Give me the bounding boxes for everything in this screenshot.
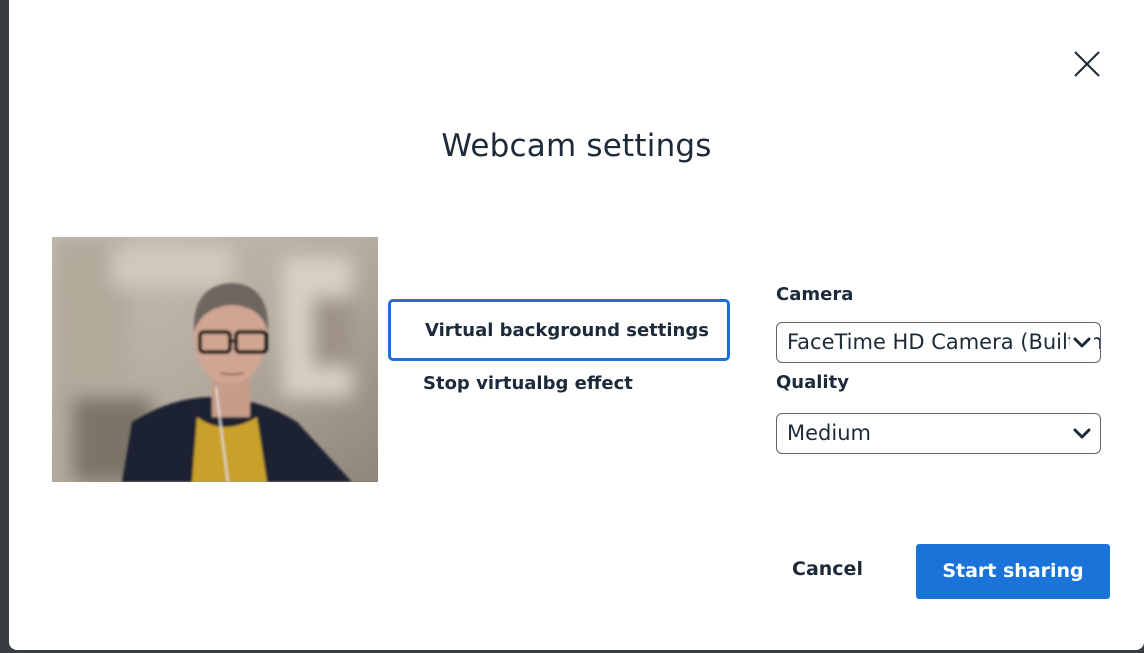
webcam-settings-dialog: Webcam settings Virtual background setti…: [9, 0, 1144, 650]
effects-menu: Virtual background settings Stop virtual…: [388, 299, 730, 394]
chevron-down-icon: [1070, 423, 1094, 445]
close-icon[interactable]: [1069, 46, 1105, 82]
stop-virtualbg-effect-button[interactable]: Stop virtualbg effect: [388, 361, 730, 394]
start-sharing-button[interactable]: Start sharing: [916, 544, 1110, 599]
virtual-background-settings-button[interactable]: Virtual background settings: [388, 299, 730, 361]
camera-label: Camera: [776, 284, 854, 305]
camera-select[interactable]: FaceTime HD Camera (Built-in): [776, 322, 1101, 363]
camera-select-value: FaceTime HD Camera (Built-in): [787, 330, 1101, 354]
webcam-preview: [52, 237, 378, 482]
quality-select[interactable]: Medium: [776, 413, 1101, 454]
dialog-title: Webcam settings: [441, 128, 712, 164]
chevron-down-icon: [1070, 332, 1094, 354]
cancel-button[interactable]: Cancel: [792, 558, 863, 580]
quality-select-value: Medium: [787, 421, 871, 445]
quality-label: Quality: [776, 372, 849, 393]
